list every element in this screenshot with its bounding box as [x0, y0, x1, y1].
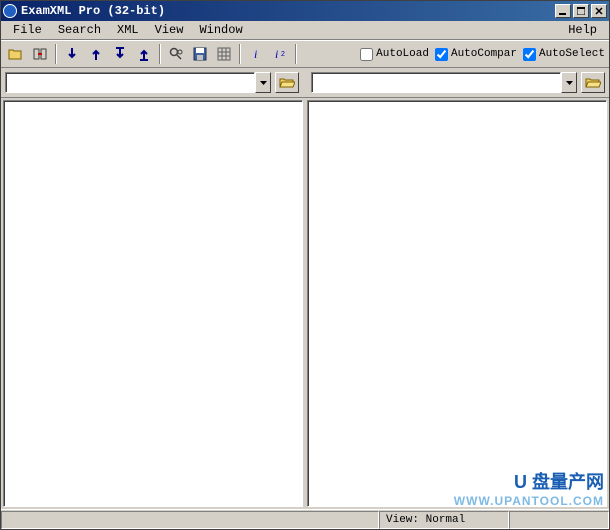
right-file-combo	[311, 72, 577, 93]
autocompare-input[interactable]	[435, 48, 448, 61]
svg-text:i: i	[254, 47, 257, 61]
statusbar: View: Normal	[1, 509, 609, 529]
compare-button[interactable]	[29, 43, 51, 65]
last-diff-button[interactable]	[133, 43, 155, 65]
file-selector-bar	[1, 68, 609, 98]
app-window: ExamXML Pro (32-bit) File Search XML Vie…	[0, 0, 610, 530]
first-diff-button[interactable]	[109, 43, 131, 65]
autoselect-checkbox[interactable]: AutoSelect	[523, 48, 605, 61]
find-button[interactable]	[165, 43, 187, 65]
left-file-dropdown-button[interactable]	[255, 72, 271, 93]
toolbar-separator	[55, 44, 57, 64]
autocompare-label: AutoCompar	[451, 48, 517, 60]
left-pane[interactable]	[3, 100, 303, 507]
menu-search[interactable]: Search	[50, 21, 109, 39]
autoselect-input[interactable]	[523, 48, 536, 61]
right-file-input[interactable]	[311, 72, 561, 93]
autoload-label: AutoLoad	[376, 48, 429, 60]
info2-button[interactable]: i2	[269, 43, 291, 65]
close-button[interactable]	[591, 4, 607, 18]
menu-file[interactable]: File	[5, 21, 50, 39]
grid-view-button[interactable]	[213, 43, 235, 65]
maximize-button[interactable]	[573, 4, 589, 18]
status-extra-cell	[509, 511, 609, 529]
right-file-dropdown-button[interactable]	[561, 72, 577, 93]
app-icon	[3, 4, 17, 18]
toolbar-separator	[159, 44, 161, 64]
toolbar-separator	[239, 44, 241, 64]
autoload-input[interactable]	[360, 48, 373, 61]
status-message	[1, 511, 379, 529]
minimize-button[interactable]	[555, 4, 571, 18]
left-file-combo	[5, 72, 271, 93]
prev-diff-up-button[interactable]	[85, 43, 107, 65]
status-view-cell: View: Normal	[379, 511, 509, 529]
status-view-label: View:	[386, 514, 419, 526]
autocompare-checkbox[interactable]: AutoCompar	[435, 48, 517, 61]
menu-window[interactable]: Window	[191, 21, 250, 39]
autoselect-label: AutoSelect	[539, 48, 605, 60]
toolbar: i i2 AutoLoad AutoCompar AutoSelect	[1, 40, 609, 68]
compare-panes	[1, 98, 609, 509]
svg-text:i: i	[275, 47, 278, 61]
right-open-button[interactable]	[581, 72, 605, 93]
right-pane[interactable]	[307, 100, 607, 507]
menu-help[interactable]: Help	[560, 21, 605, 39]
next-diff-down-button[interactable]	[61, 43, 83, 65]
menu-xml[interactable]: XML	[109, 21, 147, 39]
autoload-checkbox[interactable]: AutoLoad	[360, 48, 429, 61]
titlebar[interactable]: ExamXML Pro (32-bit)	[1, 1, 609, 21]
status-view-value: Normal	[426, 514, 466, 526]
toolbar-separator	[295, 44, 297, 64]
left-open-button[interactable]	[275, 72, 299, 93]
open-file-button[interactable]	[5, 43, 27, 65]
left-file-input[interactable]	[5, 72, 255, 93]
menu-view[interactable]: View	[147, 21, 192, 39]
save-button[interactable]	[189, 43, 211, 65]
window-title: ExamXML Pro (32-bit)	[21, 4, 555, 18]
menubar: File Search XML View Window Help	[1, 21, 609, 40]
svg-text:2: 2	[281, 51, 285, 58]
info-button[interactable]: i	[245, 43, 267, 65]
